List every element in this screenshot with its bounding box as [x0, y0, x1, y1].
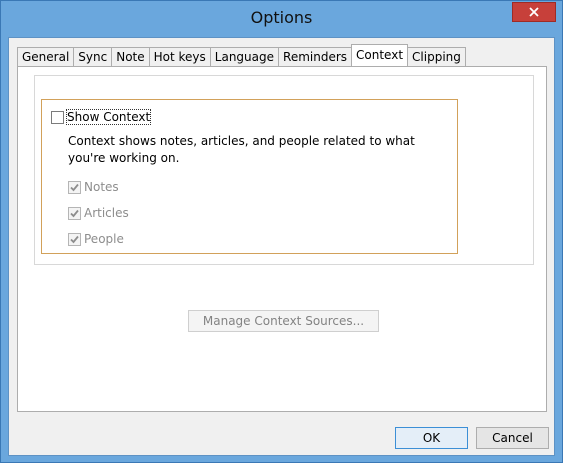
- window-title: Options: [250, 8, 313, 27]
- title-bar: Options: [1, 1, 562, 37]
- check-icon: [70, 235, 79, 243]
- check-icon: [70, 209, 79, 217]
- tab-sync[interactable]: Sync: [73, 47, 113, 66]
- check-icon: [70, 183, 79, 191]
- notes-checkbox: [68, 180, 81, 194]
- tab-clipping[interactable]: Clipping: [407, 47, 466, 66]
- tab-note[interactable]: Note: [111, 47, 150, 66]
- ok-button[interactable]: OK: [395, 427, 468, 449]
- source-articles-row: Articles: [68, 206, 129, 220]
- tab-reminders[interactable]: Reminders: [278, 47, 353, 66]
- show-context-row[interactable]: Show Context: [51, 109, 152, 125]
- people-checkbox: [68, 232, 81, 246]
- tab-general[interactable]: General: [17, 47, 75, 66]
- show-context-label[interactable]: Show Context: [65, 109, 152, 125]
- tab-strip: General Sync Note Hot keys Language Remi…: [17, 44, 466, 66]
- articles-label: Articles: [84, 206, 129, 220]
- close-button[interactable]: [512, 2, 556, 22]
- show-context-checkbox[interactable]: [51, 110, 64, 124]
- tab-context[interactable]: Context: [351, 44, 409, 66]
- source-people-row: People: [68, 232, 124, 246]
- articles-checkbox: [68, 206, 81, 220]
- manage-context-sources-button[interactable]: Manage Context Sources...: [188, 310, 379, 332]
- dialog-client-area: General Sync Note Hot keys Language Remi…: [8, 37, 555, 456]
- context-tab-panel: Show Context Context shows notes, articl…: [17, 66, 547, 412]
- tab-language[interactable]: Language: [209, 47, 280, 66]
- notes-label: Notes: [84, 180, 119, 194]
- context-group-box: Show Context Context shows notes, articl…: [41, 99, 458, 254]
- cancel-button[interactable]: Cancel: [476, 427, 549, 449]
- context-description: Context shows notes, articles, and peopl…: [68, 134, 415, 165]
- close-icon: [529, 7, 539, 17]
- people-label: People: [84, 232, 124, 246]
- tab-hot-keys[interactable]: Hot keys: [148, 47, 211, 66]
- options-window: Options General Sync Note Hot keys Langu…: [0, 0, 563, 463]
- source-notes-row: Notes: [68, 180, 119, 194]
